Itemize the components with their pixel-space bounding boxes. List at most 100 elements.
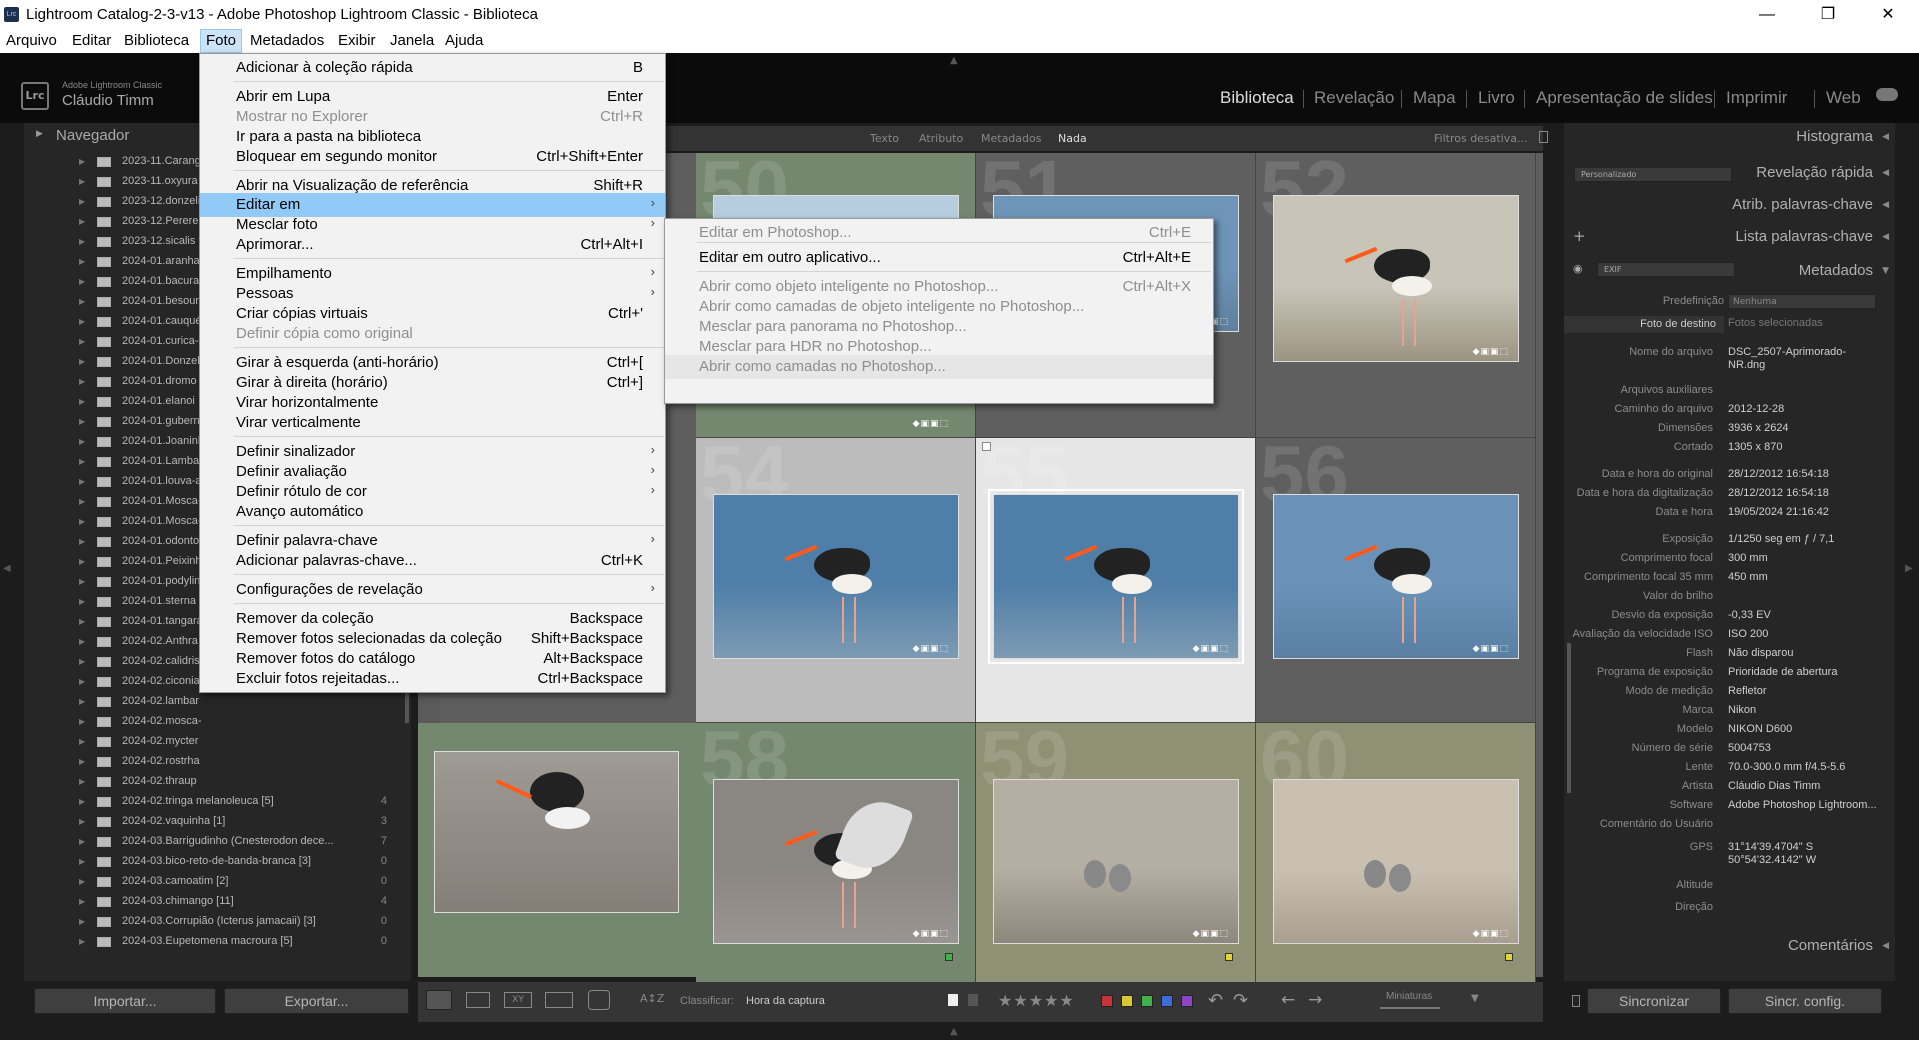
color-label-swatch[interactable] xyxy=(1101,995,1113,1007)
comments-header[interactable]: Comentários xyxy=(1788,937,1873,954)
left-column-thumbnail[interactable] xyxy=(434,751,679,913)
compare-view-icon[interactable]: XY xyxy=(504,992,532,1008)
top-panel-toggle-icon[interactable]: ▲ xyxy=(950,55,958,66)
collection-item[interactable]: ▶ 2024-03.camoatim [2] 0 xyxy=(24,872,411,892)
disclosure-triangle-icon[interactable]: ▶ xyxy=(79,737,85,746)
next-photo-icon[interactable]: → xyxy=(1308,990,1322,1010)
disclosure-triangle-icon[interactable]: ▶ xyxy=(79,777,85,786)
metadata-header[interactable]: Metadados xyxy=(1799,262,1873,279)
module-biblioteca[interactable]: Biblioteca xyxy=(1220,88,1294,108)
menu-editar[interactable]: Editar xyxy=(72,32,111,49)
collection-item[interactable]: ▶ 2024-02.mycter xyxy=(24,732,411,752)
module-web[interactable]: Web xyxy=(1826,88,1861,108)
close-button[interactable]: ✕ xyxy=(1860,0,1916,29)
sync-switch-icon[interactable] xyxy=(1572,995,1580,1007)
metadata-value[interactable]: 50°54'32.4142" W xyxy=(1728,854,1816,866)
collection-item[interactable]: ▶ 2024-02.vaquinha [1] 3 xyxy=(24,812,411,832)
navigator-header[interactable]: Navegador xyxy=(56,127,129,144)
disclosure-triangle-icon[interactable]: ▶ xyxy=(79,557,85,566)
photo-thumbnail[interactable] xyxy=(1273,494,1519,659)
toolbar-options-icon[interactable]: ▼ xyxy=(1471,993,1479,1004)
metadata-preset-dropdown[interactable]: Nenhuma xyxy=(1728,294,1876,309)
disclosure-triangle-icon[interactable]: ▶ xyxy=(79,297,85,306)
foto-menu-item[interactable]: Adicionar palavras-chave... Ctrl+K xyxy=(200,549,665,573)
keywording-header[interactable]: Atrib. palavras-chave xyxy=(1732,196,1873,213)
grid-cell[interactable]: 52 ◆▣▣⬚ xyxy=(1256,153,1536,438)
disclosure-triangle-icon[interactable]: ▶ xyxy=(79,517,85,526)
metadata-value[interactable]: Nikon xyxy=(1728,704,1756,716)
survey-view-icon[interactable] xyxy=(545,992,573,1008)
reject-flag-icon[interactable] xyxy=(968,994,978,1006)
previous-photo-icon[interactable]: ← xyxy=(1281,990,1295,1010)
sort-select[interactable]: Hora da captura xyxy=(746,995,825,1007)
thumbnail-badges-icon[interactable]: ◆▣▣⬚ xyxy=(913,644,949,654)
color-label-swatch[interactable] xyxy=(1141,995,1153,1007)
metadata-value[interactable]: Não disparou xyxy=(1728,647,1793,659)
quick-develop-collapse-icon[interactable]: ◀ xyxy=(1882,168,1889,178)
foto-menu-item[interactable]: Definir cópia como original xyxy=(200,322,665,346)
comments-collapse-icon[interactable]: ◀ xyxy=(1882,941,1889,951)
menu-arquivo[interactable]: Arquivo xyxy=(6,32,57,49)
color-label-swatch[interactable] xyxy=(1161,995,1173,1007)
photo-thumbnail[interactable] xyxy=(988,489,1244,664)
metadata-preset-select[interactable]: EXIF xyxy=(1597,262,1735,277)
disclosure-triangle-icon[interactable]: ▶ xyxy=(79,197,85,206)
metadata-value[interactable]: DSC_2507-Aprimorado- xyxy=(1728,346,1846,358)
foto-menu-item[interactable]: Aprimorar... Ctrl+Alt+I xyxy=(200,233,665,257)
collection-item[interactable]: ▶ 2024-03.Barrigudinho (Cnesterodon dece.… xyxy=(24,832,411,852)
disclosure-triangle-icon[interactable]: ▶ xyxy=(79,797,85,806)
disclosure-triangle-icon[interactable]: ▶ xyxy=(79,937,85,946)
metadata-value[interactable]: 1305 x 870 xyxy=(1728,441,1782,453)
menu-exibir[interactable]: Exibir xyxy=(338,32,376,49)
disclosure-triangle-icon[interactable]: ▶ xyxy=(79,257,85,266)
metadata-value[interactable]: NIKON D600 xyxy=(1728,723,1792,735)
disclosure-triangle-icon[interactable]: ▶ xyxy=(79,177,85,186)
grid-cell[interactable]: 59 ◆▣▣⬚ xyxy=(976,723,1256,1008)
disclosure-triangle-icon[interactable]: ▶ xyxy=(79,657,85,666)
metadata-value[interactable]: 2012-12-28 xyxy=(1728,403,1784,415)
disclosure-triangle-icon[interactable]: ▶ xyxy=(79,677,85,686)
disclosure-triangle-icon[interactable]: ▶ xyxy=(79,217,85,226)
collection-item[interactable]: ▶ 2024-02.lambar xyxy=(24,692,411,712)
left-panel-toggle-icon[interactable]: ◀ xyxy=(3,563,11,574)
grid-cell[interactable]: 58 ◆▣▣⬚ xyxy=(696,723,976,1008)
collection-item[interactable]: ▶ 2024-02.tringa melanoleuca [5] 4 xyxy=(24,792,411,812)
disclosure-triangle-icon[interactable]: ▶ xyxy=(79,857,85,866)
color-label-swatch[interactable] xyxy=(1121,995,1133,1007)
bottom-panel-toggle-icon[interactable]: ▲ xyxy=(950,1026,958,1037)
disclosure-triangle-icon[interactable]: ▶ xyxy=(79,377,85,386)
disclosure-triangle-icon[interactable]: ▶ xyxy=(79,817,85,826)
thumbnail-badges-icon[interactable]: ◆▣▣⬚ xyxy=(913,419,949,429)
metadata-value[interactable]: NR.dng xyxy=(1728,359,1765,371)
metadata-value[interactable]: Refletor xyxy=(1728,685,1767,697)
metadata-value[interactable]: Adobe Photoshop Lightroom... xyxy=(1728,799,1877,811)
metadata-value[interactable]: 5004753 xyxy=(1728,742,1771,754)
module-slides[interactable]: Apresentação de slides xyxy=(1536,88,1713,108)
right-panel-toggle-icon[interactable]: ▶ xyxy=(1905,563,1913,574)
navigator-triangle-icon[interactable]: ▶ xyxy=(36,129,43,139)
minimize-button[interactable]: — xyxy=(1739,0,1795,29)
metadata-value[interactable]: 1/1250 seg em ƒ / 7,1 xyxy=(1728,533,1834,545)
filter-nada[interactable]: Nada xyxy=(1058,132,1087,145)
disclosure-triangle-icon[interactable]: ▶ xyxy=(79,437,85,446)
flag-icon[interactable] xyxy=(982,442,991,451)
disclosure-triangle-icon[interactable]: ▶ xyxy=(79,457,85,466)
foto-menu-item[interactable]: Avanço automático xyxy=(200,500,665,524)
quick-develop-header[interactable]: Revelação rápida xyxy=(1756,164,1873,181)
metadata-value[interactable]: 450 mm xyxy=(1728,571,1768,583)
submenu-item[interactable]: Editar em outro aplicativo... Ctrl+Alt+E xyxy=(665,246,1213,270)
collection-item[interactable]: ▶ 2024-03.chimango [11] 4 xyxy=(24,892,411,912)
disclosure-triangle-icon[interactable]: ▶ xyxy=(79,597,85,606)
thumbnail-badges-icon[interactable]: ◆▣▣⬚ xyxy=(1473,347,1509,357)
pick-flag-icon[interactable] xyxy=(948,994,958,1006)
module-livro[interactable]: Livro xyxy=(1478,88,1515,108)
disclosure-triangle-icon[interactable]: ▶ xyxy=(79,357,85,366)
disclosure-triangle-icon[interactable]: ▶ xyxy=(79,277,85,286)
menu-janela[interactable]: Janela xyxy=(390,32,434,49)
thumbnail-badges-icon[interactable]: ◆▣▣⬚ xyxy=(913,929,949,939)
metadata-value[interactable]: ISO 200 xyxy=(1728,628,1768,640)
metadata-value[interactable]: 70.0-300.0 mm f/4.5-5.6 xyxy=(1728,761,1845,773)
menu-foto[interactable]: Foto xyxy=(200,29,243,53)
sync-settings-button[interactable]: Sincr. config. xyxy=(1728,988,1882,1014)
histogram-header[interactable]: Histograma xyxy=(1796,128,1873,145)
